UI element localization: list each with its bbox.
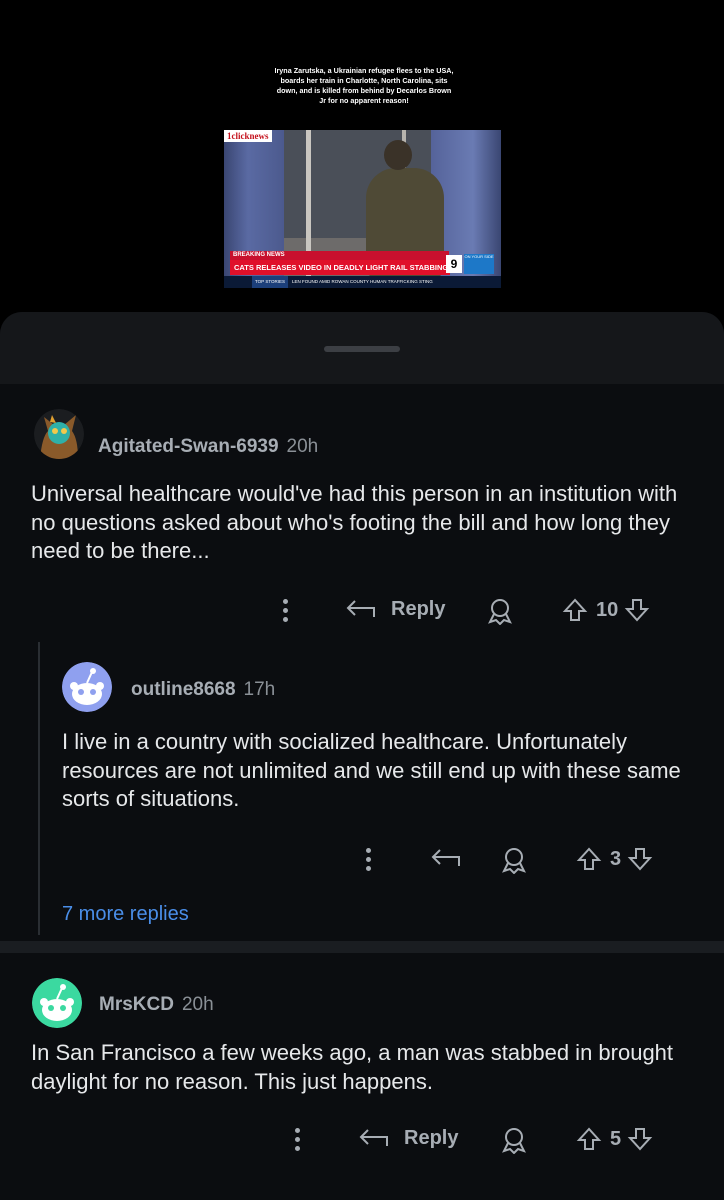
comment-time: 20h (181, 994, 214, 1015)
ticker-text: LEN FOUND AMID ROWAN COUNTY HUMAN TRAFFI… (292, 279, 433, 284)
overflow-dots-icon[interactable] (295, 1128, 301, 1155)
comment-body: I live in a country with socialized heal… (62, 729, 681, 811)
award-button[interactable] (486, 597, 514, 625)
station-logo: 9 (446, 255, 462, 273)
vote-control: 10 (562, 597, 650, 623)
comment-actions: Reply 5 (0, 1124, 724, 1160)
drag-handle[interactable] (324, 346, 400, 352)
comment-divider (0, 941, 724, 953)
post-media[interactable]: Iryna Zarutska, a Ukrainian refugee flee… (0, 0, 724, 312)
reply-button[interactable] (430, 846, 462, 870)
snoo-avatar-icon (34, 409, 84, 459)
comment-author[interactable]: MrsKCD 20h (99, 994, 214, 1016)
avatar[interactable] (34, 409, 84, 459)
video-frame[interactable]: Iryna Zarutska, a Ukrainian refugee flee… (224, 62, 501, 288)
avatar[interactable] (62, 662, 112, 712)
overflow-dots-icon[interactable] (283, 599, 289, 626)
vote-count: 10 (596, 598, 619, 621)
comment-time: 17h (243, 679, 276, 700)
reply-button[interactable]: Reply (358, 1126, 458, 1150)
comment-time: 20h (286, 436, 319, 457)
comment-actions: 3 (0, 844, 724, 880)
upvote-icon[interactable] (576, 846, 602, 872)
reply-arrow-icon (431, 849, 460, 866)
news-ticker: TOP STORIES LEN FOUND AMID ROWAN COUNTY H… (224, 276, 501, 288)
comment-author[interactable]: outline8668 17h (131, 679, 275, 701)
award-icon (502, 848, 526, 874)
sheet-header[interactable] (0, 312, 724, 384)
video-caption: Iryna Zarutska, a Ukrainian refugee flee… (274, 66, 454, 105)
comment-body: Universal healthcare would've had this p… (31, 481, 678, 563)
award-icon (488, 599, 512, 625)
reply-arrow-icon (359, 1129, 388, 1146)
video-thumbnail[interactable]: 1clicknews BREAKING NEWS CATS RELEASES V… (224, 130, 501, 288)
award-button[interactable] (500, 846, 528, 874)
snoo-avatar-icon (32, 978, 82, 1028)
vote-control: 5 (576, 1126, 653, 1152)
weather-badge: ON YOUR SIDE (464, 254, 494, 274)
vote-count: 5 (610, 1127, 622, 1150)
downvote-icon[interactable] (627, 846, 653, 872)
snoo-avatar-icon (62, 662, 112, 712)
reply-button[interactable]: Reply (345, 597, 445, 621)
reply-arrow-icon (346, 600, 375, 617)
news-headline: CATS RELEASES VIDEO IN DEADLY LIGHT RAIL… (230, 260, 450, 275)
breaking-news-label: BREAKING NEWS (230, 251, 449, 260)
upvote-icon[interactable] (562, 597, 588, 623)
watermark-logo: 1clicknews (224, 130, 272, 142)
downvote-icon[interactable] (627, 1126, 653, 1152)
comments-sheet: Agitated-Swan-6939 20h Universal healthca… (0, 312, 724, 1200)
more-replies-link[interactable]: 7 more replies (62, 903, 189, 926)
award-button[interactable] (500, 1126, 528, 1154)
comment-author[interactable]: Agitated-Swan-6939 20h (98, 436, 318, 458)
comment-actions: Reply 10 (0, 595, 724, 631)
thread-line[interactable] (38, 642, 40, 935)
downvote-icon[interactable] (624, 597, 650, 623)
vote-count: 3 (610, 847, 622, 870)
award-icon (502, 1128, 526, 1154)
upvote-icon[interactable] (576, 1126, 602, 1152)
overflow-dots-icon[interactable] (366, 848, 372, 875)
comment-body: In San Francisco a few weeks ago, a man … (31, 1040, 674, 1094)
vote-control: 3 (576, 846, 653, 872)
avatar[interactable] (32, 978, 82, 1028)
ticker-label: TOP STORIES (252, 276, 289, 288)
